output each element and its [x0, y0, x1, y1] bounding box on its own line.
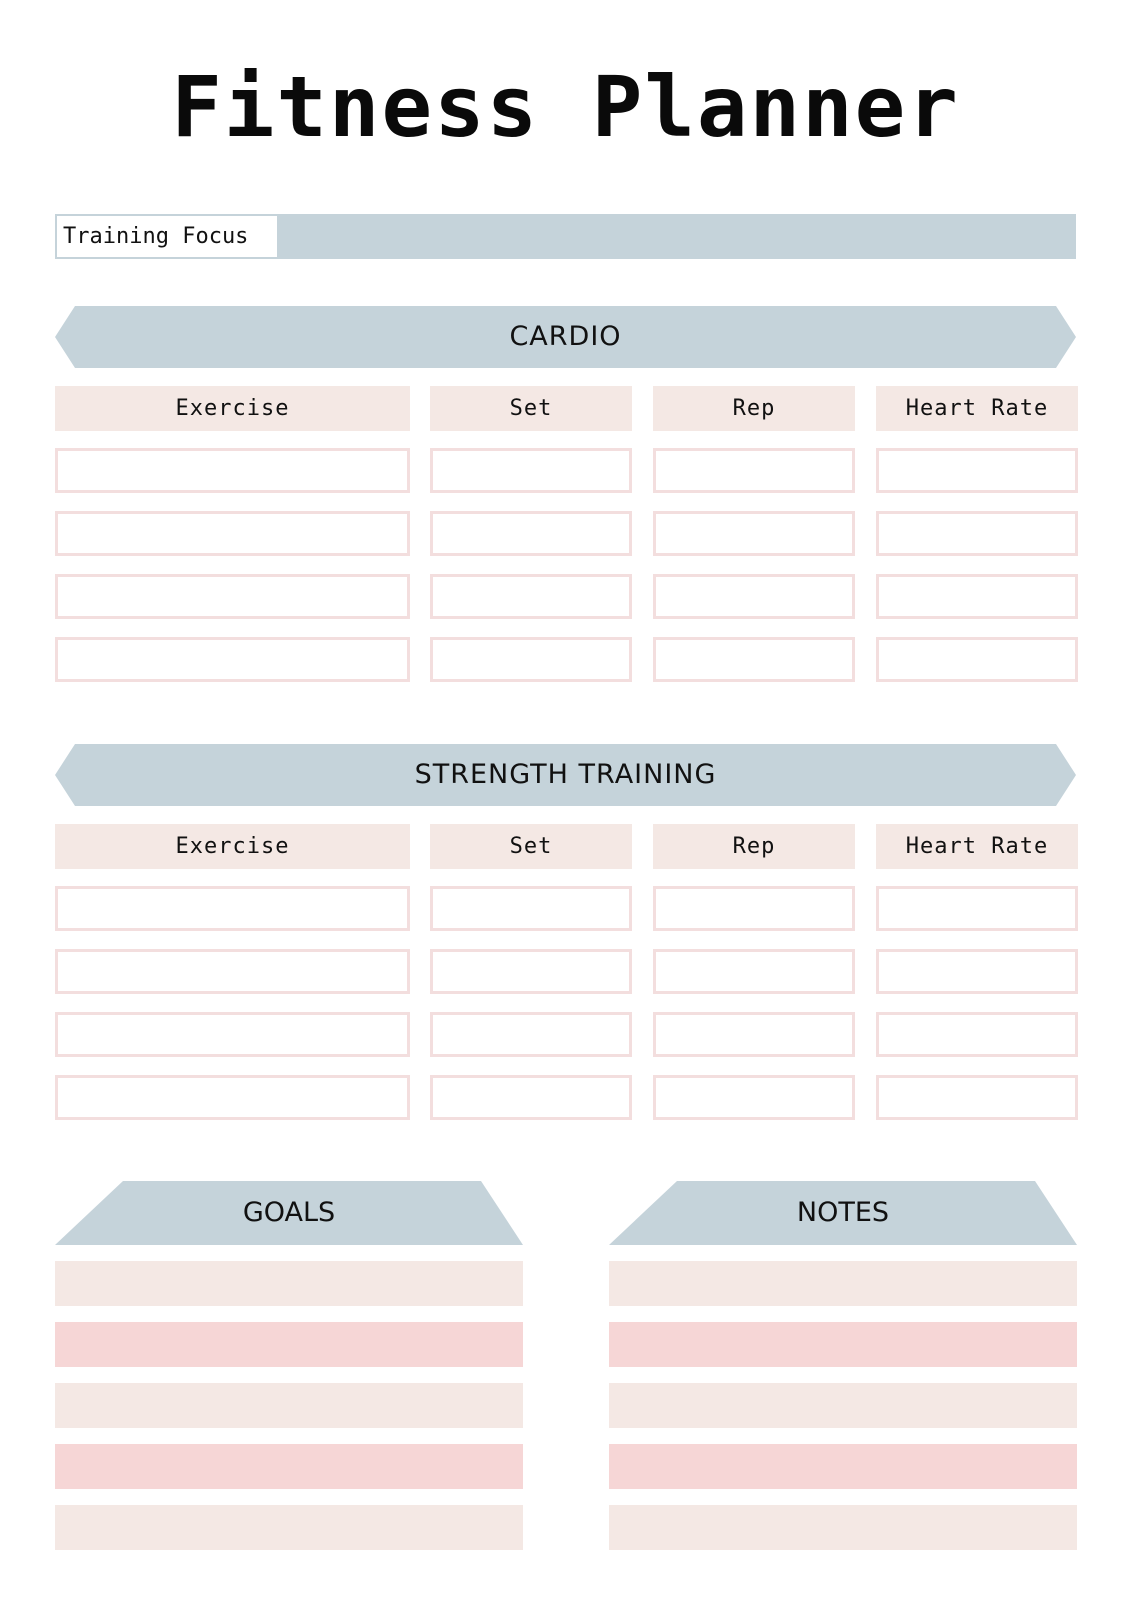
- table-cell[interactable]: [430, 949, 632, 994]
- page-title: Fitness Planner: [171, 58, 960, 156]
- column-header: Rep: [653, 386, 855, 431]
- table-cell[interactable]: [653, 886, 855, 931]
- table-cell[interactable]: [55, 448, 410, 493]
- column-header: Set: [430, 386, 632, 431]
- goals-line[interactable]: [55, 1505, 523, 1550]
- table-cell[interactable]: [430, 511, 632, 556]
- table-cell[interactable]: [653, 637, 855, 682]
- table-cell[interactable]: [55, 574, 410, 619]
- table-cell[interactable]: [55, 511, 410, 556]
- column-header: Heart Rate: [876, 386, 1078, 431]
- table-cell[interactable]: [876, 637, 1078, 682]
- section-banner: CARDIO: [55, 306, 1076, 368]
- table-cell[interactable]: [55, 1012, 410, 1057]
- goals-line[interactable]: [55, 1444, 523, 1489]
- table-cell[interactable]: [876, 574, 1078, 619]
- notes-line[interactable]: [609, 1261, 1077, 1306]
- table-cell[interactable]: [55, 1075, 410, 1120]
- table-cell[interactable]: [876, 1012, 1078, 1057]
- notes-header: NOTES: [609, 1181, 1077, 1245]
- column-header: Heart Rate: [876, 824, 1078, 869]
- table-cell[interactable]: [653, 511, 855, 556]
- table-cell[interactable]: [430, 1075, 632, 1120]
- table-cell[interactable]: [653, 574, 855, 619]
- training-focus-label: Training Focus: [57, 216, 277, 257]
- notes-line[interactable]: [609, 1383, 1077, 1428]
- table-cell[interactable]: [653, 448, 855, 493]
- table-cell[interactable]: [55, 637, 410, 682]
- table-cell[interactable]: [876, 1075, 1078, 1120]
- table-cell[interactable]: [430, 448, 632, 493]
- table-cell[interactable]: [430, 574, 632, 619]
- table-cell[interactable]: [876, 949, 1078, 994]
- section-banner: STRENGTH TRAINING: [55, 744, 1076, 806]
- table-cell[interactable]: [876, 448, 1078, 493]
- table-cell[interactable]: [55, 949, 410, 994]
- column-header: Exercise: [55, 824, 410, 869]
- notes-line[interactable]: [609, 1505, 1077, 1550]
- notes-line[interactable]: [609, 1322, 1077, 1367]
- goals-line[interactable]: [55, 1383, 523, 1428]
- column-header: Rep: [653, 824, 855, 869]
- goals-line[interactable]: [55, 1261, 523, 1306]
- table-cell[interactable]: [55, 886, 410, 931]
- table-cell[interactable]: [653, 949, 855, 994]
- table-cell[interactable]: [430, 886, 632, 931]
- table-cell[interactable]: [876, 511, 1078, 556]
- table-cell[interactable]: [653, 1012, 855, 1057]
- table-cell[interactable]: [876, 886, 1078, 931]
- notes-line[interactable]: [609, 1444, 1077, 1489]
- goals-line[interactable]: [55, 1322, 523, 1367]
- column-header: Exercise: [55, 386, 410, 431]
- table-cell[interactable]: [653, 1075, 855, 1120]
- table-cell[interactable]: [430, 1012, 632, 1057]
- table-cell[interactable]: [430, 637, 632, 682]
- column-header: Set: [430, 824, 632, 869]
- goals-header: GOALS: [55, 1181, 523, 1245]
